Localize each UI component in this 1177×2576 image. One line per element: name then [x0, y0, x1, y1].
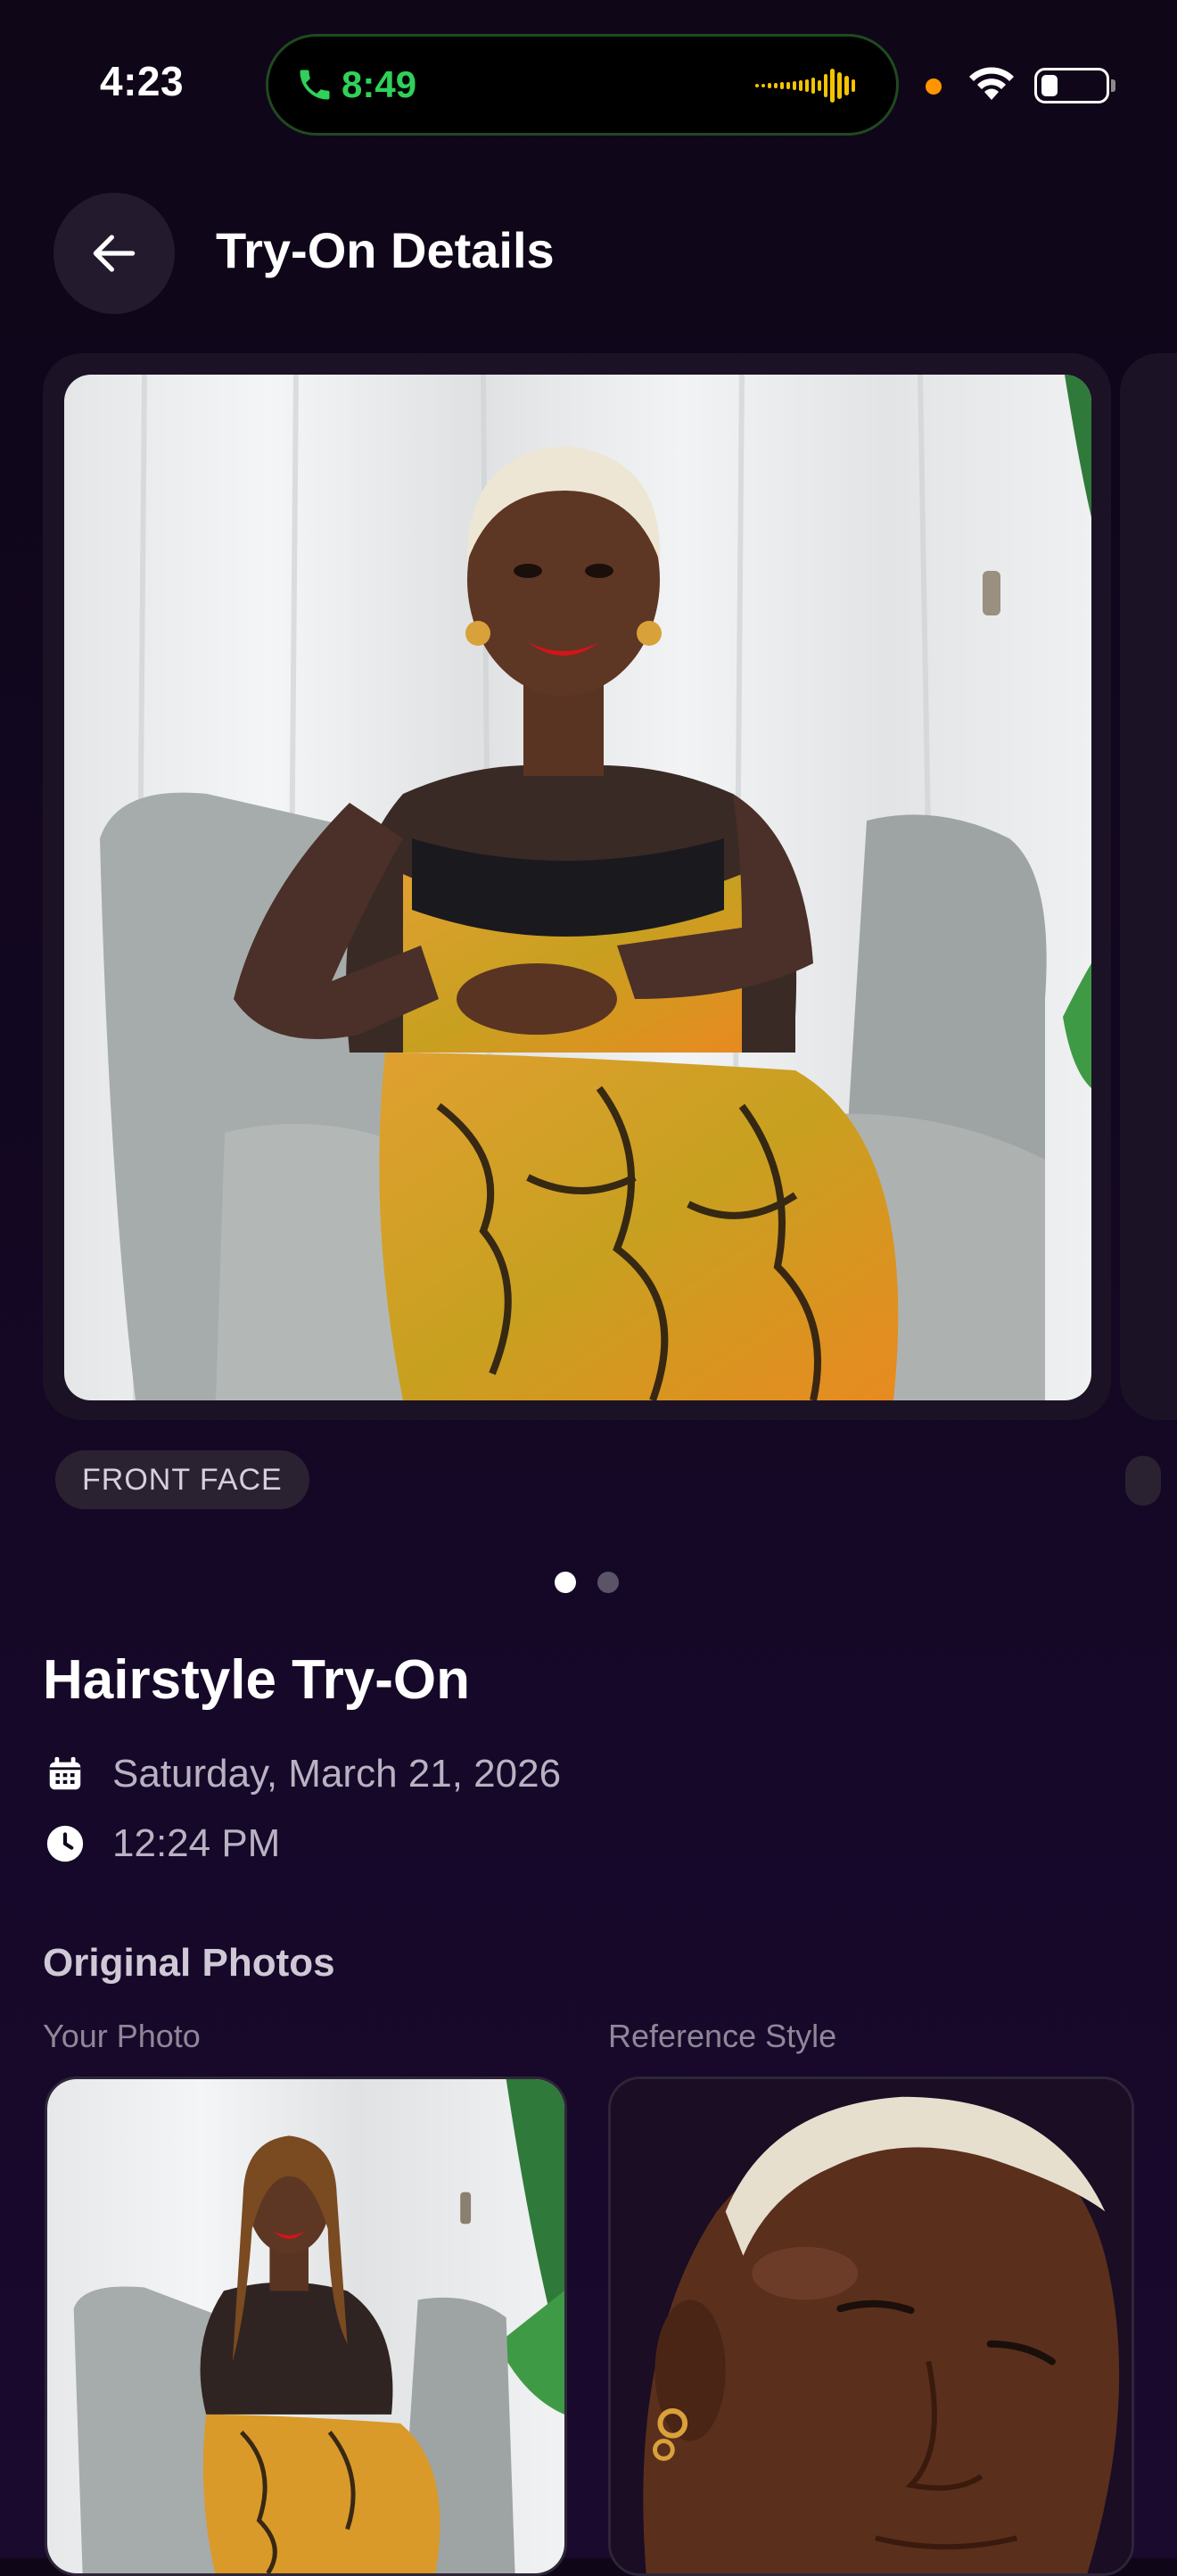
reference-style-label: Reference Style [608, 2018, 837, 2054]
battery-icon [1034, 68, 1109, 103]
carousel-next-card[interactable] [1120, 353, 1177, 1420]
status-time: 4:23 [100, 58, 185, 104]
pagination-dot[interactable] [597, 1572, 619, 1593]
reference-style-thumbnail[interactable] [608, 2076, 1134, 2576]
try-on-time: 12:24 PM [112, 1821, 281, 1865]
next-photo-badge [1125, 1456, 1161, 1506]
page-title: Try-On Details [216, 222, 555, 278]
photo-angle-badge: FRONT FACE [55, 1450, 309, 1509]
waveform-icon [755, 69, 855, 103]
calendar-icon [49, 1756, 81, 1790]
back-button[interactable] [54, 193, 175, 314]
your-photo-thumbnail[interactable] [45, 2076, 567, 2576]
try-on-title: Hairstyle Try-On [43, 1649, 470, 1711]
wifi-icon [969, 67, 1014, 100]
your-photo-label: Your Photo [43, 2018, 201, 2054]
arrow-left-icon [93, 235, 136, 272]
clock-icon [46, 1825, 84, 1862]
original-photos-heading: Original Photos [43, 1941, 335, 1985]
call-duration: 8:49 [342, 63, 417, 105]
battery-cap [1111, 79, 1115, 92]
dynamic-island-call[interactable]: 8:49 [266, 34, 899, 136]
recording-indicator [926, 78, 942, 95]
carousel-pagination[interactable] [555, 1572, 619, 1593]
date-row: Saturday, March 21, 2026 [45, 1752, 561, 1796]
pagination-dot-active[interactable] [555, 1572, 576, 1593]
phone-icon [300, 70, 330, 100]
try-on-result-image[interactable] [64, 375, 1091, 1400]
try-on-date: Saturday, March 21, 2026 [112, 1752, 562, 1796]
time-row: 12:24 PM [45, 1821, 280, 1866]
